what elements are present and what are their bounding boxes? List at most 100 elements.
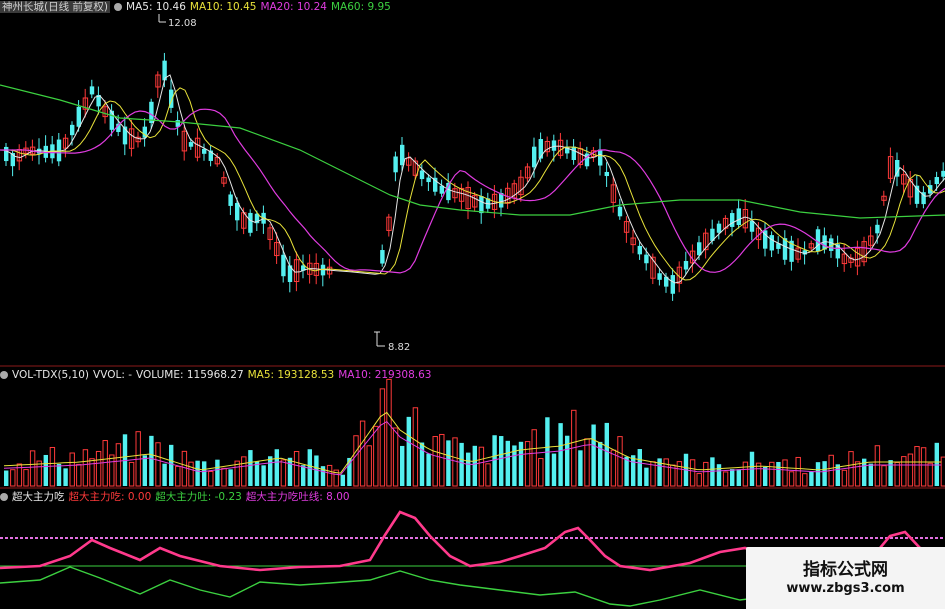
volume-bar	[736, 469, 741, 486]
volume-bar	[809, 471, 814, 486]
volume-bar	[894, 462, 900, 487]
volume-bar	[386, 378, 392, 487]
volume-ma10-label: MA10: 219308.63	[338, 369, 432, 381]
candle-body	[393, 156, 398, 173]
volume-bar	[142, 455, 147, 486]
volume-bar	[43, 454, 48, 486]
volume-bar	[696, 473, 702, 487]
volume-bar	[359, 420, 366, 487]
main-chart-header: 神州长城(日线 前复权) MA5: 10.46 MA10: 10.45 MA20: 1…	[0, 0, 395, 14]
volume-bar	[149, 435, 154, 486]
volume-bar	[584, 438, 590, 487]
volume-bar	[927, 462, 933, 487]
volume-bar	[181, 450, 188, 487]
volume-bar	[874, 445, 881, 487]
volume-bar	[95, 450, 102, 487]
volume-bar	[518, 441, 524, 486]
volume-bar	[195, 460, 200, 486]
volume-bar	[221, 467, 227, 487]
volume-bar	[703, 461, 709, 487]
volume-bar	[82, 449, 89, 487]
candle-body	[730, 213, 735, 227]
volume-bar	[268, 456, 273, 486]
volume-bar	[63, 468, 68, 486]
volume-bar	[102, 440, 108, 487]
high-annotation: 12.08	[158, 14, 197, 29]
volume-bar	[56, 463, 62, 486]
stock-chart[interactable]: 12.08 8.82	[0, 0, 945, 609]
volume-bar	[392, 427, 399, 487]
candle-body	[202, 148, 207, 154]
volume-bar	[472, 445, 477, 486]
volume-bar	[29, 450, 36, 487]
volume-bar	[169, 444, 174, 486]
volume-bar	[763, 466, 768, 486]
volume-bar	[742, 461, 749, 487]
volume-bar	[604, 422, 609, 486]
volume-ma5-label: MA5: 193128.53	[247, 369, 335, 381]
volume-bar	[676, 461, 683, 487]
candle-body	[657, 273, 662, 280]
candle-body	[551, 140, 557, 151]
volume-bar	[524, 441, 531, 487]
candle-body	[604, 171, 609, 177]
volume-bar	[610, 449, 617, 487]
volume-bar	[432, 436, 438, 487]
volume-bar	[155, 442, 161, 487]
volume-bar	[505, 440, 510, 486]
candle-body	[76, 106, 81, 127]
ma20-label: MA20: 10.24	[260, 1, 327, 13]
volume-bar	[888, 460, 893, 486]
volume-bar	[379, 388, 386, 487]
candle-body	[736, 208, 741, 226]
volume-bars	[3, 378, 945, 487]
volume-bar	[901, 456, 907, 487]
candle-body	[617, 206, 623, 217]
candle-body	[716, 223, 722, 233]
volume-bar	[208, 471, 214, 487]
volume-bar	[538, 458, 544, 487]
volume-bar	[617, 436, 623, 487]
volume-bar	[782, 459, 788, 487]
watermark: 指标公式网 www.zbgs3.com	[746, 547, 945, 609]
volume-indicator-name[interactable]: VOL-TDX(5,10)	[12, 369, 89, 381]
volume-bar	[854, 461, 861, 487]
candle-body	[941, 170, 945, 177]
candle-body	[598, 149, 603, 166]
volume-bar	[848, 451, 854, 487]
candle-body	[281, 254, 286, 277]
candle-body	[188, 142, 194, 147]
indicator-header: 超大主力吃 超大主力吃: 0.00 超大主力吐: -0.23 超大主力吃吐线: 8.0…	[0, 490, 354, 504]
volume-bar	[881, 465, 887, 487]
settings-icon[interactable]	[114, 3, 123, 11]
volume-bar	[637, 449, 642, 486]
volume-bar	[868, 463, 873, 486]
spit-label: 超大主力吐: -0.23	[155, 491, 242, 503]
candle-body	[89, 86, 95, 95]
indicator-name[interactable]: 超大主力吃	[12, 491, 65, 503]
volume-bar	[591, 424, 596, 486]
candle-body	[697, 242, 702, 256]
settings-icon[interactable]	[0, 493, 8, 501]
candle-body	[109, 110, 114, 130]
volume-bar	[293, 451, 300, 487]
low-price-label: 8.82	[388, 342, 410, 353]
volume-bar	[426, 453, 431, 486]
volume-bar	[274, 449, 279, 486]
volume-bar	[663, 458, 669, 487]
candle-body	[782, 238, 788, 260]
volume-bar	[815, 462, 821, 486]
stock-title[interactable]: 神州长城(日线 前复权)	[0, 1, 111, 13]
volume-bar	[478, 446, 485, 487]
volume-bar	[795, 456, 801, 487]
volume-bar	[446, 440, 451, 486]
volume-bar	[644, 467, 649, 486]
settings-icon[interactable]	[0, 371, 8, 379]
volume-bar	[301, 465, 306, 486]
volume-bar	[841, 469, 848, 487]
volume-bar	[914, 446, 920, 487]
candle-body	[532, 146, 537, 168]
volume-bar	[373, 425, 379, 487]
candlestick-series	[4, 52, 945, 301]
volume-bar	[340, 474, 345, 486]
